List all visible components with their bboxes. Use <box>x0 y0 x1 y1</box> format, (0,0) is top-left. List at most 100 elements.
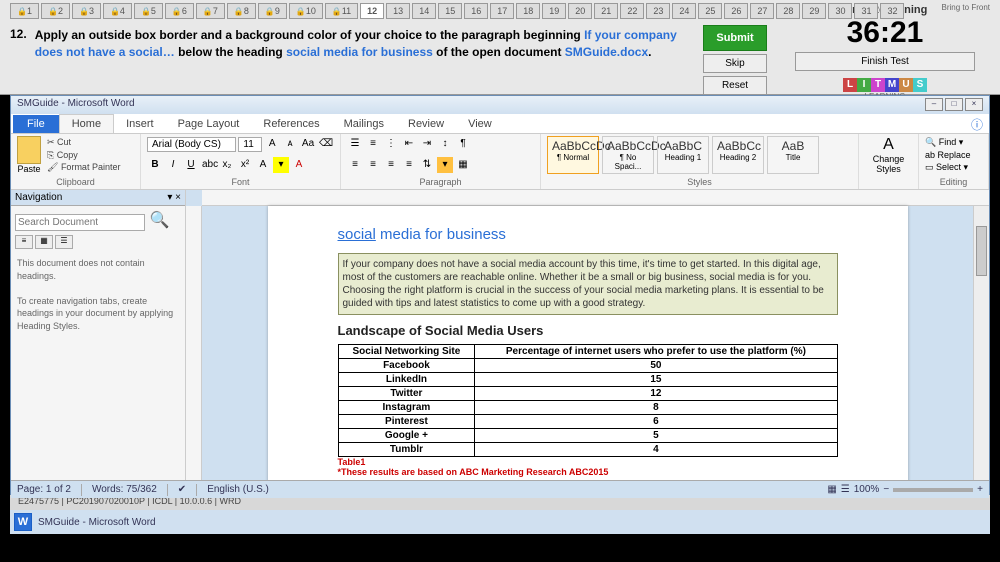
table-header[interactable]: Percentage of internet users who prefer … <box>475 345 837 359</box>
table-row[interactable]: Twitter12 <box>338 387 837 401</box>
indent-left-icon[interactable]: ⇤ <box>401 136 417 152</box>
font-color-icon[interactable]: A <box>291 157 307 173</box>
submit-button[interactable]: Submit <box>703 25 767 51</box>
align-right-icon[interactable]: ≡ <box>383 157 399 173</box>
question-tab-18[interactable]: 18 <box>516 3 540 19</box>
question-tab-20[interactable]: 20 <box>568 3 592 19</box>
search-input[interactable] <box>15 214 145 231</box>
borders-icon[interactable]: ▦ <box>455 157 471 173</box>
table-row[interactable]: Instagram8 <box>338 401 837 415</box>
question-tab-7[interactable]: 🔒7 <box>196 3 225 19</box>
vertical-ruler[interactable] <box>186 206 202 480</box>
question-tab-13[interactable]: 13 <box>386 3 410 19</box>
bullets-icon[interactable]: ☰ <box>347 136 363 152</box>
reset-button[interactable]: Reset <box>703 76 767 95</box>
mailings-tab[interactable]: Mailings <box>332 115 396 133</box>
nav-tab-results[interactable]: ☰ <box>55 235 73 249</box>
home-tab[interactable]: Home <box>59 114 114 133</box>
align-left-icon[interactable]: ≡ <box>347 157 363 173</box>
question-tab-4[interactable]: 🔒4 <box>103 3 132 19</box>
question-tab-2[interactable]: 🔒2 <box>41 3 70 19</box>
nav-tab-pages[interactable]: ▦ <box>35 235 53 249</box>
italic-button[interactable]: I <box>165 157 181 173</box>
text-effects-icon[interactable]: A <box>255 157 271 173</box>
table-caption-1[interactable]: Table1 <box>338 457 838 467</box>
replace-button[interactable]: ab Replace <box>925 149 982 162</box>
status-page[interactable]: Page: 1 of 2 <box>17 484 71 495</box>
question-tab-16[interactable]: 16 <box>464 3 488 19</box>
table-row[interactable]: Google +5 <box>338 429 837 443</box>
question-tab-26[interactable]: 26 <box>724 3 748 19</box>
question-tab-11[interactable]: 🔒11 <box>325 3 358 19</box>
zoom-value[interactable]: 100% <box>854 484 880 495</box>
pilcrow-icon[interactable]: ¶ <box>455 136 471 152</box>
cut-button[interactable]: ✂ Cut <box>47 136 120 149</box>
document-page[interactable]: social media for business If your compan… <box>268 206 908 480</box>
bring-front-link[interactable]: Bring to Front <box>942 3 990 12</box>
question-tab-29[interactable]: 29 <box>802 3 826 19</box>
table-row[interactable]: Facebook50 <box>338 359 837 373</box>
nav-tab-headings[interactable]: ≡ <box>15 235 33 249</box>
change-case-icon[interactable]: Aa <box>300 136 316 152</box>
font-name-select[interactable]: Arial (Body CS) <box>147 137 236 152</box>
format-painter-button[interactable]: 🖌 Format Painter <box>47 161 120 174</box>
grow-font-icon[interactable]: A <box>264 136 280 152</box>
status-proof-icon[interactable]: ✔ <box>178 484 186 495</box>
style-title[interactable]: AaBTitle <box>767 136 819 174</box>
question-tab-24[interactable]: 24 <box>672 3 696 19</box>
question-tab-19[interactable]: 19 <box>542 3 566 19</box>
shading-icon[interactable]: ▾ <box>437 157 453 173</box>
align-center-icon[interactable]: ≡ <box>365 157 381 173</box>
status-language[interactable]: English (U.S.) <box>207 484 269 495</box>
sort-icon[interactable]: ↕ <box>437 136 453 152</box>
strike-button[interactable]: abc <box>201 157 217 173</box>
review-tab[interactable]: Review <box>396 115 456 133</box>
question-tab-31[interactable]: 31 <box>854 3 878 19</box>
question-tab-3[interactable]: 🔒3 <box>72 3 101 19</box>
highlight-icon[interactable]: ▾ <box>273 157 289 173</box>
justify-icon[interactable]: ≡ <box>401 157 417 173</box>
underline-button[interactable]: U <box>183 157 199 173</box>
close-button[interactable]: × <box>965 98 983 111</box>
vertical-scrollbar[interactable] <box>973 206 989 480</box>
table-row[interactable]: Pinterest6 <box>338 415 837 429</box>
question-tab-14[interactable]: 14 <box>412 3 436 19</box>
nav-close-icon[interactable]: ▾ × <box>167 192 181 203</box>
finish-test-button[interactable]: Finish Test <box>795 52 975 71</box>
question-tab-25[interactable]: 25 <box>698 3 722 19</box>
question-tab-23[interactable]: 23 <box>646 3 670 19</box>
indent-right-icon[interactable]: ⇥ <box>419 136 435 152</box>
paste-button[interactable]: Paste <box>17 136 41 174</box>
page-layout-tab[interactable]: Page Layout <box>166 115 252 133</box>
scroll-thumb[interactable] <box>976 226 987 276</box>
question-tab-1[interactable]: 🔒1 <box>10 3 39 19</box>
question-tab-9[interactable]: 🔒9 <box>258 3 287 19</box>
doc-heading-1[interactable]: social media for business <box>338 226 838 243</box>
shrink-font-icon[interactable]: ᴀ <box>282 136 298 152</box>
word-taskbar-icon[interactable]: W <box>14 513 32 531</box>
question-tab-32[interactable]: 32 <box>880 3 904 19</box>
question-tab-12[interactable]: 12 <box>360 3 384 19</box>
status-words[interactable]: Words: 75/362 <box>92 484 157 495</box>
view-icon[interactable]: ☰ <box>841 484 850 495</box>
view-tab[interactable]: View <box>456 115 504 133</box>
select-button[interactable]: ▭ Select ▾ <box>925 161 982 174</box>
doc-paragraph-box[interactable]: If your company does not have a social m… <box>338 253 838 315</box>
horizontal-ruler[interactable] <box>202 190 989 206</box>
font-size-select[interactable]: 11 <box>238 137 262 152</box>
insert-tab[interactable]: Insert <box>114 115 166 133</box>
table-row[interactable]: Tumblr4 <box>338 443 837 457</box>
table-header[interactable]: Social Networking Site <box>338 345 475 359</box>
clear-format-icon[interactable]: ⌫ <box>318 136 334 152</box>
zoom-in-icon[interactable]: + <box>977 484 983 495</box>
question-tab-10[interactable]: 🔒10 <box>289 3 323 19</box>
doc-heading-2[interactable]: Landscape of Social Media Users <box>338 323 838 338</box>
maximize-button[interactable]: □ <box>945 98 963 111</box>
question-tab-30[interactable]: 30 <box>828 3 852 19</box>
question-tab-6[interactable]: 🔒6 <box>165 3 194 19</box>
copy-button[interactable]: ⎘ Copy <box>47 149 120 162</box>
question-tab-28[interactable]: 28 <box>776 3 800 19</box>
style-heading-1[interactable]: AaBbCHeading 1 <box>657 136 709 174</box>
multilevel-icon[interactable]: ⋮ <box>383 136 399 152</box>
change-styles-button[interactable]: A Change Styles <box>865 136 912 174</box>
